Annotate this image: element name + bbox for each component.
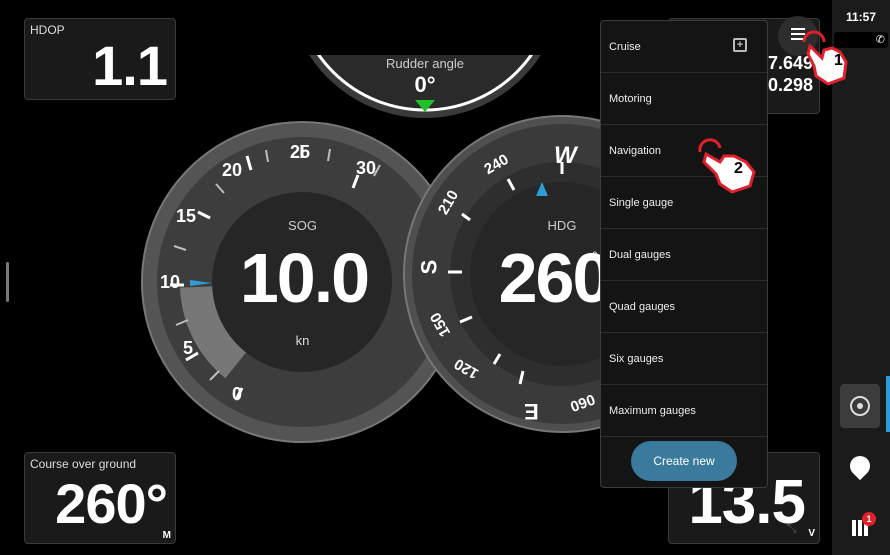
pointing-hand-icon bbox=[702, 151, 756, 194]
menu-item-quad-gauges[interactable]: Quad gauges bbox=[601, 281, 767, 333]
menu-item-motoring[interactable]: Motoring bbox=[601, 73, 767, 125]
menu-item-label: Motoring bbox=[609, 92, 652, 105]
clock: 11:57 bbox=[845, 10, 877, 24]
menu-item-label: Maximum gauges bbox=[609, 404, 696, 417]
notification-badge: 1 bbox=[862, 512, 876, 526]
cog-tile[interactable]: Course over ground 260° M bbox=[24, 452, 176, 544]
sog-tick-20: 20 bbox=[222, 160, 243, 180]
rudder-value: 0° bbox=[414, 72, 436, 97]
menu-item-label: Single gauge bbox=[609, 196, 674, 209]
step-2-number: 2 bbox=[734, 160, 743, 177]
menu-item-label: Dual gauges bbox=[609, 248, 671, 261]
create-new-button[interactable]: Create new bbox=[631, 441, 737, 481]
sog-tick-0: 0 bbox=[232, 384, 243, 404]
fullscreen-icon[interactable]: ⤡ bbox=[787, 521, 797, 536]
hdg-degree: ° bbox=[592, 248, 598, 264]
menu-item-six-gauges[interactable]: Six gauges bbox=[601, 333, 767, 385]
cog-label: Course over ground bbox=[30, 457, 137, 471]
sog-tick-10: 10 bbox=[160, 272, 181, 292]
sog-tick-25: 25 bbox=[290, 142, 311, 162]
annotation-step-1: 1 bbox=[796, 26, 860, 88]
page-menu: Cruise + Motoring Navigation Single gaug… bbox=[600, 20, 768, 488]
hdop-tile[interactable]: HDOP 1.1 bbox=[24, 18, 176, 100]
menu-item-label: Quad gauges bbox=[609, 300, 676, 313]
hdg-tick-w: W bbox=[554, 142, 577, 169]
cog-value: 260° bbox=[55, 472, 168, 535]
rudder-gauge: Rudder angle 0° bbox=[290, 0, 560, 125]
hdg-tick-e: E bbox=[524, 399, 539, 424]
annotation-step-2: 2 bbox=[694, 136, 764, 196]
hdop-value: 1.1 bbox=[92, 34, 168, 97]
menu-item-cruise[interactable]: Cruise + bbox=[601, 21, 767, 73]
menu-item-dual-gauges[interactable]: Dual gauges bbox=[601, 229, 767, 281]
sog-tick-30: 30 bbox=[356, 158, 377, 178]
rudder-label: Rudder angle bbox=[385, 56, 465, 71]
menu-item-label: Navigation bbox=[609, 144, 661, 157]
menu-item-label: Six gauges bbox=[609, 352, 664, 365]
cog-unit: M bbox=[162, 530, 171, 541]
add-waypoint-icon[interactable] bbox=[845, 451, 875, 481]
hdop-label: HDOP bbox=[30, 23, 65, 37]
menu-item-maximum-gauges[interactable]: Maximum gauges bbox=[601, 385, 767, 437]
menu-item-label: Cruise bbox=[609, 40, 641, 53]
hdg-tick-s: S bbox=[416, 259, 442, 275]
step-1-number: 1 bbox=[834, 52, 843, 69]
sog-value: 10.0 bbox=[239, 239, 370, 317]
side-drag-handle[interactable] bbox=[6, 262, 9, 302]
add-page-icon[interactable]: + bbox=[733, 38, 747, 52]
autopilot-button[interactable] bbox=[840, 384, 880, 428]
voltage-unit: V bbox=[808, 528, 815, 539]
